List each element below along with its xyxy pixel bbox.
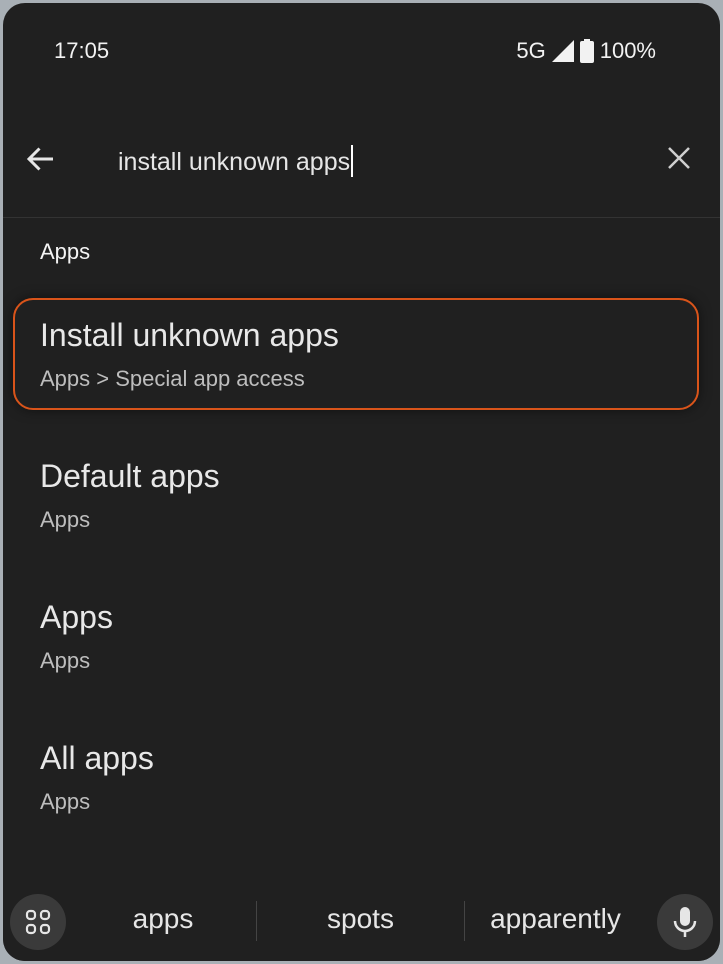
result-item[interactable]: Install unknown apps Apps > Special app … (40, 317, 339, 392)
search-bar: install unknown apps (3, 125, 720, 197)
keyboard-suggestion-bar: apps spots apparently (3, 883, 720, 961)
suggestion-2[interactable]: spots (273, 903, 448, 935)
microphone-icon (673, 907, 697, 937)
clear-icon[interactable] (664, 143, 694, 173)
phone-screen: 17:05 5G 100% install unknown apps Apps … (3, 3, 720, 961)
keyboard-menu-button[interactable] (10, 894, 66, 950)
suggestion-3[interactable]: apparently (473, 903, 638, 935)
divider (3, 217, 720, 218)
grid-icon (25, 909, 51, 935)
result-item[interactable]: Apps Apps (40, 599, 113, 674)
search-input[interactable]: install unknown apps (118, 145, 354, 177)
result-item[interactable]: All apps Apps (40, 740, 154, 815)
separator (256, 901, 257, 941)
signal-icon (551, 40, 574, 62)
section-title: Apps (40, 239, 91, 264)
battery-icon (579, 39, 594, 63)
clock: 17:05 (54, 38, 110, 63)
network-type: 5G (516, 38, 546, 63)
text-caret (351, 145, 354, 177)
system-indicators: 5G 100% (516, 38, 656, 64)
suggestion-1[interactable]: apps (83, 903, 243, 935)
back-arrow-icon[interactable] (23, 141, 59, 177)
battery-percent: 100% (599, 38, 656, 63)
status-bar: 17:05 5G 100% (3, 3, 720, 103)
voice-input-button[interactable] (657, 894, 713, 950)
result-item[interactable]: Default apps Apps (40, 458, 220, 533)
separator (464, 901, 465, 941)
